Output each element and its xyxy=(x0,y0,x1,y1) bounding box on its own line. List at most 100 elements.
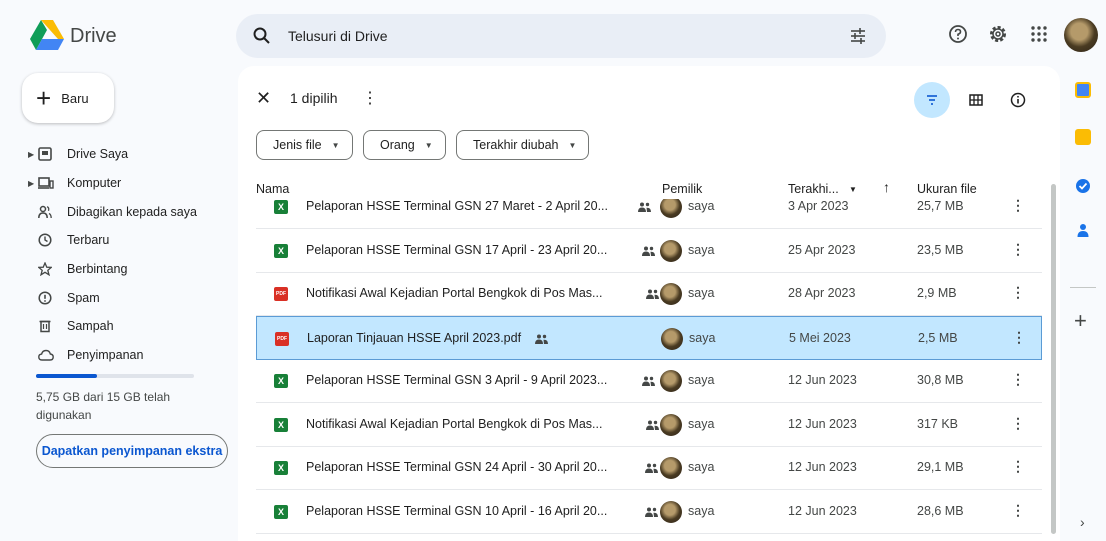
selection-count: 1 dipilih xyxy=(290,90,338,106)
apps-grid-icon[interactable] xyxy=(1029,24,1049,44)
spreadsheet-file-icon: X xyxy=(274,504,288,519)
row-more-actions-icon[interactable]: ⋮ xyxy=(1011,199,1025,214)
expand-arrow-icon[interactable]: ▶ xyxy=(28,179,34,188)
add-addon-plus-icon[interactable]: + xyxy=(1074,310,1087,332)
help-icon[interactable] xyxy=(948,24,968,44)
table-row[interactable]: X Pelaporan HSSE Terminal GSN 27 Maret - … xyxy=(256,199,1042,229)
selection-more-actions-icon[interactable]: ⋮ xyxy=(362,88,378,108)
file-modified-date: 12 Jun 2023 xyxy=(788,503,857,518)
file-owner: saya xyxy=(688,460,715,474)
search-options-icon[interactable] xyxy=(848,26,868,46)
row-more-actions-icon[interactable]: ⋮ xyxy=(1011,241,1025,258)
keep-notes-icon[interactable] xyxy=(1075,129,1091,145)
clear-selection-close-icon[interactable]: ✕ xyxy=(256,88,271,109)
chevron-right-icon[interactable]: › xyxy=(1080,514,1085,530)
search-input[interactable] xyxy=(288,24,808,48)
table-row[interactable]: X Pelaporan HSSE Terminal GSN 17 April - … xyxy=(256,229,1042,273)
sort-dropdown-icon[interactable]: ▼ xyxy=(849,185,857,194)
row-more-actions-icon[interactable]: ⋮ xyxy=(1011,284,1025,301)
table-row[interactable]: PDF Laporan Tinjauan HSSE April 2023.pdf s… xyxy=(256,315,1042,360)
sidebar-item-shared-with-me[interactable]: Dibagikan kepada saya xyxy=(26,197,226,226)
filter-people[interactable]: Orang ▼ xyxy=(363,130,446,160)
owner-avatar xyxy=(660,239,682,262)
row-more-actions-icon[interactable]: ⋮ xyxy=(1011,458,1025,475)
table-row[interactable]: X Notifikasi Awal Kejadian Portal Bengkok… xyxy=(256,403,1042,447)
clock-icon xyxy=(38,233,52,247)
app-name[interactable]: Drive xyxy=(70,25,117,48)
file-table-body: X Pelaporan HSSE Terminal GSN 27 Maret - … xyxy=(238,199,1060,541)
file-name[interactable]: Laporan Tinjauan HSSE April 2023.pdf xyxy=(307,331,521,345)
table-row[interactable]: X Pelaporan HSSE Terminal GSN 24 April - … xyxy=(256,446,1042,490)
owner-avatar xyxy=(660,500,682,523)
column-header-modified[interactable]: Terakhi... xyxy=(788,182,839,196)
contacts-icon[interactable] xyxy=(1075,222,1091,238)
column-header-owner[interactable]: Pemilik xyxy=(662,182,702,196)
column-header-file-size[interactable]: Ukuran file xyxy=(917,182,977,196)
new-button[interactable]: + Baru xyxy=(22,73,114,123)
table-row[interactable]: PDF Notifikasi Awal Kejadian Portal Bengk… xyxy=(256,272,1042,316)
shared-people-icon xyxy=(645,463,658,473)
sidebar-item-recent[interactable]: Terbaru xyxy=(26,226,226,255)
spreadsheet-file-icon: X xyxy=(274,243,288,258)
table-row[interactable]: X Pelaporan HSSE Terminal GSN 3 April - 9… xyxy=(256,359,1042,403)
calendar-icon[interactable] xyxy=(1075,82,1091,98)
settings-gear-icon[interactable] xyxy=(988,24,1008,44)
row-more-actions-icon[interactable]: ⋮ xyxy=(1012,329,1026,346)
file-name[interactable]: Pelaporan HSSE Terminal GSN 24 April - 3… xyxy=(306,460,607,474)
details-info-button[interactable] xyxy=(1000,82,1036,118)
row-more-actions-icon[interactable]: ⋮ xyxy=(1011,415,1025,432)
sidebar-item-starred[interactable]: Berbintang xyxy=(26,255,226,284)
sidebar-item-computers[interactable]: ▶ Komputer xyxy=(26,169,226,198)
column-header-name[interactable]: Nama xyxy=(256,182,289,196)
file-owner: saya xyxy=(688,199,715,213)
tasks-icon[interactable] xyxy=(1075,178,1091,194)
sidebar-item-label: Penyimpanan xyxy=(67,348,144,363)
info-icon xyxy=(1010,92,1026,108)
owner-avatar xyxy=(660,413,682,436)
file-name[interactable]: Pelaporan HSSE Terminal GSN 27 Maret - 2… xyxy=(306,199,608,213)
file-modified-date: 28 Apr 2023 xyxy=(788,286,856,300)
pdf-file-icon: PDF xyxy=(275,331,289,346)
owner-avatar xyxy=(660,370,682,392)
sidebar-item-my-drive[interactable]: ▶ Drive Saya xyxy=(26,140,226,169)
list-view-button[interactable] xyxy=(914,82,950,118)
pdf-file-icon: PDF xyxy=(274,287,288,301)
account-avatar[interactable] xyxy=(1064,18,1098,52)
top-bar: Drive xyxy=(0,0,1106,68)
file-name[interactable]: Notifikasi Awal Kejadian Portal Bengkok … xyxy=(306,286,602,300)
row-more-actions-icon[interactable]: ⋮ xyxy=(1011,502,1025,519)
file-name[interactable]: Notifikasi Awal Kejadian Portal Bengkok … xyxy=(306,417,602,431)
computer-icon xyxy=(38,177,54,189)
sidebar-item-storage[interactable]: Penyimpanan xyxy=(26,341,226,370)
sidebar-item-label: Komputer xyxy=(67,176,122,191)
sidebar-item-trash[interactable]: Sampah xyxy=(26,312,226,341)
shared-people-icon xyxy=(642,376,655,386)
my-drive-icon xyxy=(38,147,52,162)
shared-people-icon xyxy=(645,507,658,517)
grid-view-button[interactable] xyxy=(958,82,994,118)
file-modified-date: 25 Apr 2023 xyxy=(788,242,856,257)
storage-usage-fill xyxy=(36,374,97,378)
scrollbar[interactable] xyxy=(1051,184,1056,534)
file-size: 25,7 MB xyxy=(917,199,964,213)
file-name[interactable]: Pelaporan HSSE Terminal GSN 3 April - 9 … xyxy=(306,373,607,387)
expand-arrow-icon[interactable]: ▶ xyxy=(28,150,34,159)
file-name[interactable]: Pelaporan HSSE Terminal GSN 17 April - 2… xyxy=(306,243,607,257)
file-size: 2,5 MB xyxy=(918,330,958,345)
shared-people-icon xyxy=(642,246,655,256)
filter-file-type[interactable]: Jenis file ▼ xyxy=(256,130,353,160)
sort-direction-arrow-icon[interactable]: ↑ xyxy=(883,179,890,195)
search-icon[interactable] xyxy=(252,26,272,46)
search-bar[interactable] xyxy=(236,14,886,58)
drive-logo-icon[interactable] xyxy=(30,20,64,50)
file-owner: saya xyxy=(689,330,716,345)
table-row[interactable]: X Pelaporan HSSE Terminal GSN 10 April - … xyxy=(256,490,1042,534)
cloud-icon xyxy=(38,349,54,361)
get-more-storage-button[interactable]: Dapatkan penyimpanan ekstra xyxy=(36,434,228,468)
spreadsheet-file-icon: X xyxy=(274,417,288,432)
file-list-panel: ✕ 1 dipilih ⋮ Jenis file ▼ Orang ▼ Terak… xyxy=(238,66,1060,541)
row-more-actions-icon[interactable]: ⋮ xyxy=(1011,371,1025,388)
sidebar-item-spam[interactable]: Spam xyxy=(26,283,226,312)
filter-last-modified[interactable]: Terakhir diubah ▼ xyxy=(456,130,590,160)
file-name[interactable]: Pelaporan HSSE Terminal GSN 10 April - 1… xyxy=(306,504,607,518)
